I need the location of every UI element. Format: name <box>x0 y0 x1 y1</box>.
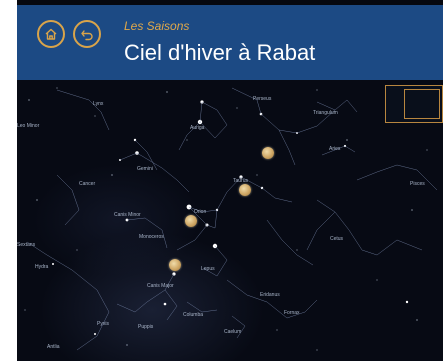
label-canis-major: Canis Major <box>147 283 174 289</box>
label-aries: Aries <box>329 146 341 152</box>
label-columba: Columba <box>183 312 204 318</box>
label-perseus: Perseus <box>253 96 272 102</box>
label-monoceros: Monoceros <box>139 234 164 240</box>
label-cancer: Cancer <box>79 181 96 187</box>
label-canis-minor: Canis Minor <box>114 212 141 218</box>
planet-marker-3[interactable] <box>185 215 197 227</box>
home-icon <box>45 28 57 40</box>
label-triangulum: Triangulum <box>313 110 338 116</box>
label-gemini: Gemini <box>137 166 153 172</box>
sky-map[interactable]: Lynx Perseus Triangulum Leo Minor Auriga… <box>17 80 443 361</box>
constellation-figures <box>26 87 438 351</box>
label-pisces: Pisces <box>410 181 425 187</box>
label-puppis: Puppis <box>138 324 154 330</box>
label-cetus: Cetus <box>330 236 344 242</box>
home-button[interactable] <box>37 20 65 48</box>
constellation-lines <box>24 87 438 351</box>
back-button[interactable] <box>73 20 101 48</box>
label-hydra: Hydra <box>35 264 49 270</box>
label-caelum: Caelum <box>224 329 242 335</box>
label-antlia: Antlia <box>47 344 60 350</box>
planet-marker-2[interactable] <box>239 184 251 196</box>
section-subtitle: Les Saisons <box>124 19 190 33</box>
label-lepus: Lepus <box>201 266 215 272</box>
label-orion: Orion <box>194 209 207 215</box>
back-arrow-icon <box>81 30 93 41</box>
label-lynx: Lynx <box>93 101 104 107</box>
label-fornax: Fornax <box>284 310 300 316</box>
label-pyxis: Pyxis <box>97 321 109 327</box>
minimap-viewport[interactable] <box>404 89 440 119</box>
sky-minimap[interactable] <box>385 85 443 123</box>
page-title: Ciel d'hiver à Rabat <box>124 40 316 65</box>
header-bar: Les Saisons Ciel d'hiver à Rabat <box>17 5 443 80</box>
label-leo-minor: Leo Minor <box>17 123 40 129</box>
app-frame: Les Saisons Ciel d'hiver à Rabat Lynx Pe… <box>17 0 443 361</box>
label-eridanus: Eridanus <box>260 292 280 298</box>
planet-marker-4[interactable] <box>169 259 181 271</box>
label-sextans: Sextans <box>17 242 36 248</box>
label-auriga: Auriga <box>190 125 205 131</box>
bright-stars <box>52 100 409 335</box>
background-stars <box>24 87 428 351</box>
planet-marker-1[interactable] <box>262 147 274 159</box>
